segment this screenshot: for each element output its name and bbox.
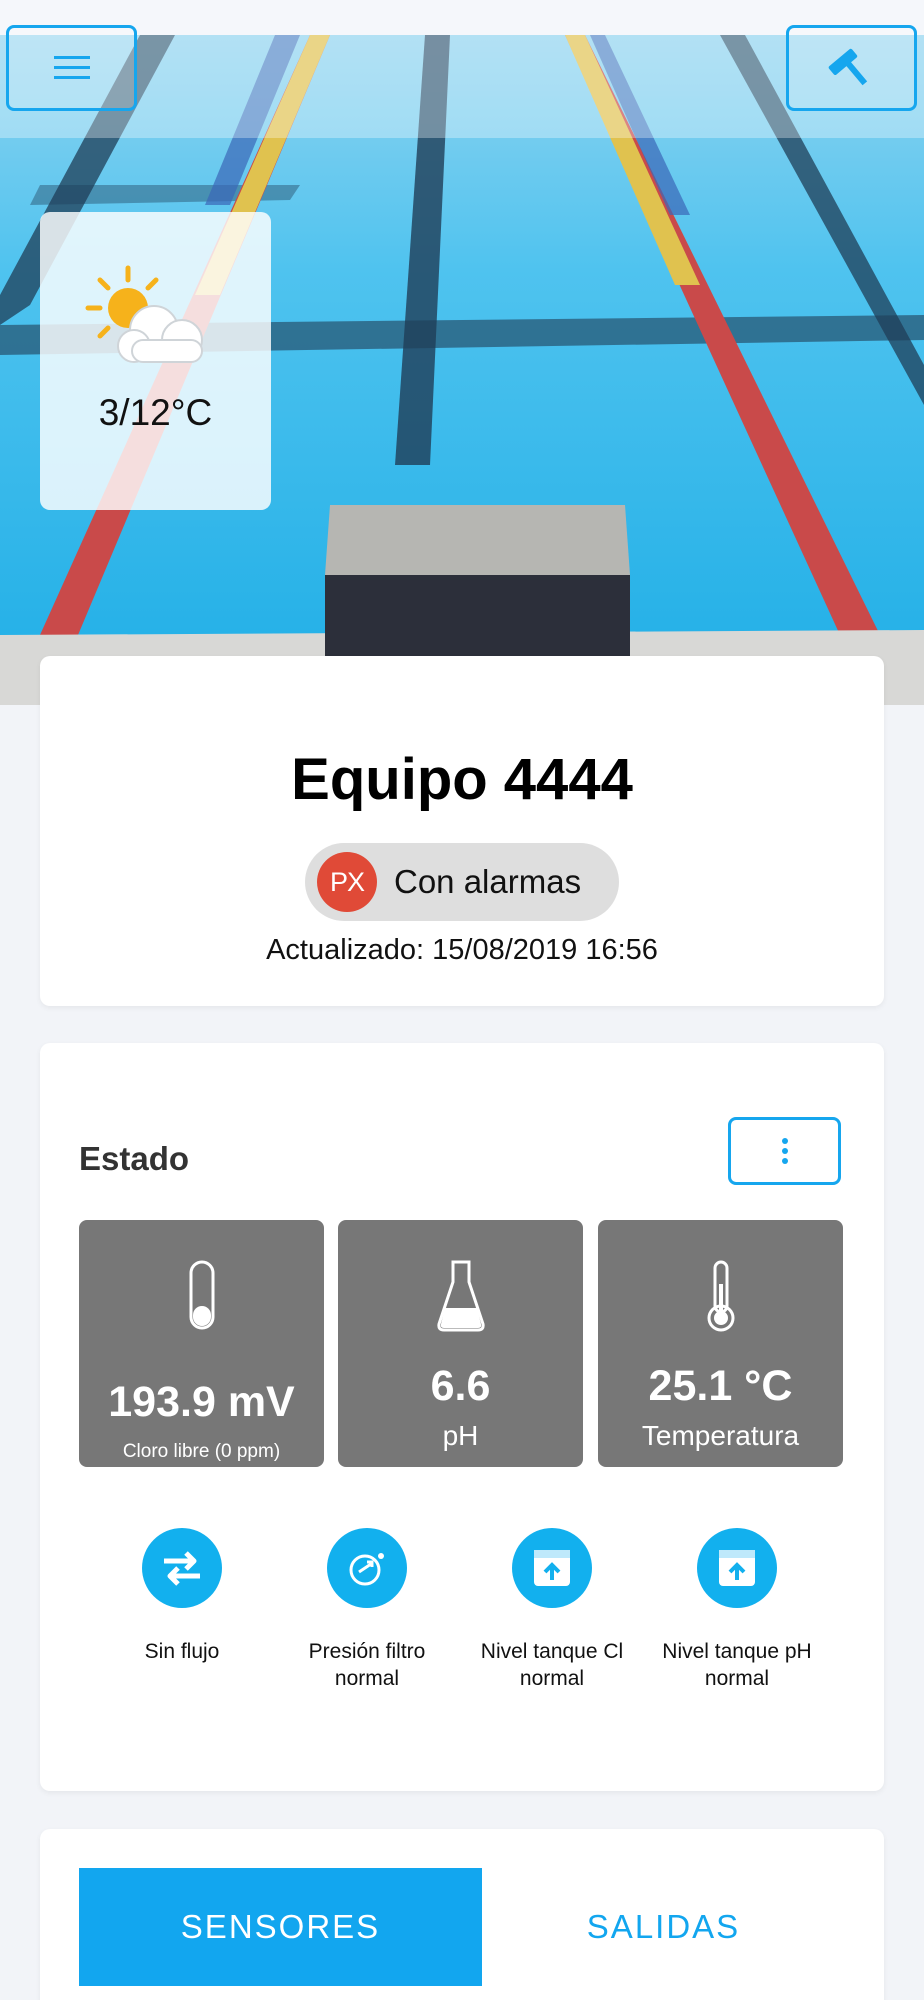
- tank-level-icon: [697, 1528, 777, 1608]
- indicator-flow-label: Sin flujo: [144, 1640, 220, 1663]
- chlorine-value: 193.9 mV: [108, 1378, 295, 1426]
- last-updated-text: Actualizado: 15/08/2019 16:56: [266, 934, 658, 966]
- sensor-tile-ph[interactable]: 6.6 pH: [338, 1220, 583, 1467]
- sensor-tile-chlorine[interactable]: 193.9 mV Cloro libre (0 ppm): [79, 1220, 324, 1467]
- device-title: Equipo 4444: [291, 747, 633, 812]
- ph-value: 6.6: [430, 1362, 491, 1410]
- tabs-card: SENSORES SALIDAS: [40, 1829, 884, 2000]
- indicator-tank-ph: Nivel tanque pH normal: [647, 1528, 827, 1692]
- indicator-flow: Sin flujo: [92, 1528, 272, 1665]
- more-options-button[interactable]: [728, 1117, 841, 1185]
- flask-icon: [436, 1260, 485, 1332]
- px-badge-text: PX: [329, 867, 365, 897]
- partly-sunny-icon: [85, 265, 203, 363]
- settings-tool-button[interactable]: [786, 25, 917, 111]
- temperature-label: Temperatura: [641, 1420, 800, 1451]
- chlorine-label: Cloro libre (0 ppm): [122, 1441, 281, 1462]
- estado-card: Estado 193.9 mV Cloro libre (0 ppm) 6.6 …: [40, 1043, 884, 1791]
- ph-label: pH: [442, 1420, 479, 1451]
- more-vertical-icon: [781, 1138, 788, 1164]
- filter-pressure-icon: [327, 1528, 407, 1608]
- temperature-value: 25.1 °C: [648, 1362, 793, 1410]
- hamburger-menu-icon: [53, 56, 90, 79]
- indicator-tank-cl-label: Nivel tanque Cl normal: [480, 1640, 624, 1690]
- alarm-status-text: Con alarmas: [394, 863, 582, 900]
- tab-sensores[interactable]: SENSORES: [79, 1868, 482, 1986]
- sensor-tile-temperature[interactable]: 25.1 °C Temperatura: [598, 1220, 843, 1467]
- weather-widget: 3/12°C: [40, 212, 271, 510]
- estado-title: Estado: [79, 1140, 190, 1177]
- alarm-status-pill[interactable]: PX Con alarmas: [305, 843, 619, 921]
- indicator-filter-pressure: Presión filtro normal: [277, 1528, 457, 1692]
- indicator-tank-cl: Nivel tanque Cl normal: [462, 1528, 642, 1692]
- flow-arrows-icon: [142, 1528, 222, 1608]
- tank-level-icon: [512, 1528, 592, 1608]
- hero-pool-image: 3/12°C: [0, 0, 924, 705]
- weather-temperature: 3/12°C: [98, 392, 213, 433]
- device-card: Equipo 4444 PX Con alarmas Actualizado: …: [40, 656, 884, 1006]
- indicator-filter-pressure-label: Presión filtro normal: [308, 1640, 426, 1690]
- tab-salidas[interactable]: SALIDAS: [482, 1868, 845, 1986]
- menu-button[interactable]: [6, 25, 137, 111]
- thermometer-icon: [707, 1260, 734, 1332]
- indicator-tank-ph-label: Nivel tanque pH normal: [662, 1640, 812, 1690]
- hammer-icon: [828, 48, 867, 86]
- px-logo-badge: PX: [317, 852, 377, 912]
- test-tube-icon: [189, 1260, 214, 1330]
